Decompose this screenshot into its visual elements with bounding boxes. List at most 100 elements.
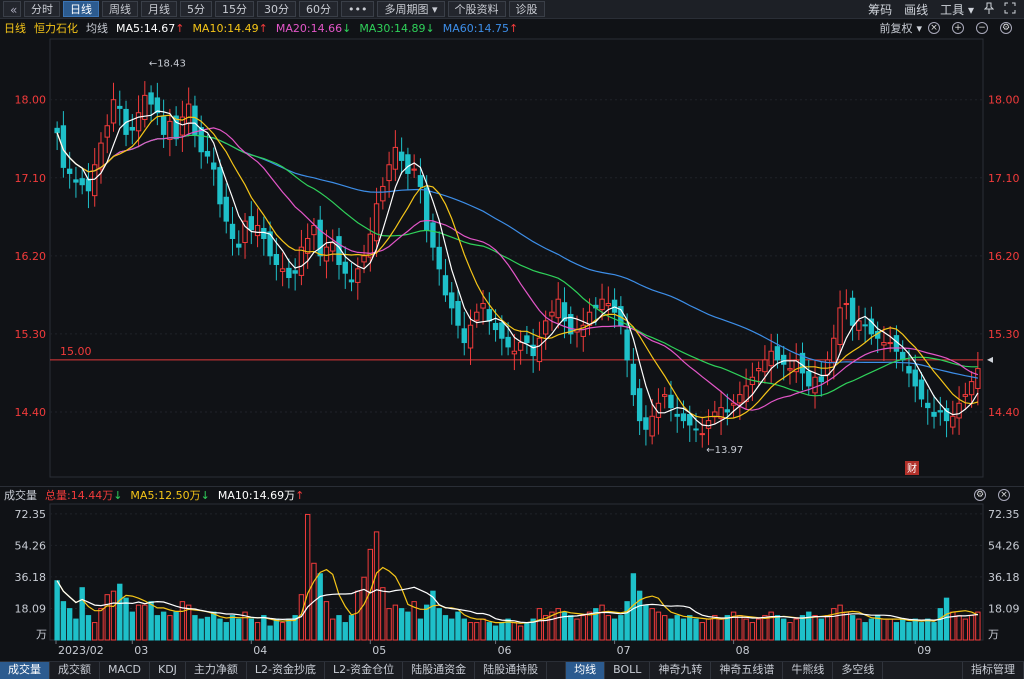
- candle-body: [342, 261, 348, 274]
- tab-1[interactable]: 日线: [63, 1, 99, 17]
- tab-7[interactable]: 60分: [299, 1, 338, 17]
- volume-bar: [60, 601, 67, 641]
- volume-bar: [806, 611, 812, 641]
- indicator-tab-2[interactable]: MACD: [100, 662, 150, 679]
- indicator-tab-0[interactable]: 成交量: [0, 662, 50, 679]
- volume-bar: [787, 622, 793, 641]
- candle-body: [236, 243, 242, 248]
- volume-ma10: MA10:14.69万↑: [217, 489, 305, 502]
- tab-10[interactable]: 个股资料: [447, 1, 506, 17]
- expand-icon[interactable]: [1004, 2, 1016, 17]
- volume-bar: [705, 618, 712, 641]
- ma-header-right: 前复权 ▾ × + − ⚙: [879, 20, 1020, 36]
- indicator-tab-3[interactable]: KDJ: [150, 662, 186, 679]
- tab-6[interactable]: 30分: [257, 1, 296, 17]
- volume-bar: [649, 608, 655, 641]
- volume-bar: [361, 576, 367, 641]
- volume-bar: [204, 616, 211, 641]
- candle-body: [85, 178, 92, 192]
- zoom-out-icon[interactable]: −: [976, 22, 988, 34]
- tab-9[interactable]: 多周期图 ▾: [377, 1, 445, 17]
- draw-line-button[interactable]: 画线: [904, 1, 928, 18]
- tab-5[interactable]: 15分: [215, 1, 254, 17]
- candle-body: [73, 179, 79, 183]
- indicator-tab-11[interactable]: 神奇九转: [650, 662, 712, 679]
- volume-bar: [536, 608, 543, 641]
- settings-icon[interactable]: ⚙: [1000, 22, 1012, 34]
- candle-body: [455, 301, 461, 326]
- volume-bar: [373, 531, 380, 641]
- indicator-tab-10[interactable]: BOLL: [605, 662, 651, 679]
- volume-chart[interactable]: 72.35 72.35 54.26 54.26 36.18 36.18 18.09 18.09…: [0, 502, 1024, 661]
- volume-bar: [474, 622, 480, 641]
- volume-bar: [517, 625, 524, 641]
- volume-bar: [173, 611, 179, 641]
- adjust-dropdown-icon[interactable]: ▾: [916, 22, 922, 35]
- volume-bar: [154, 615, 161, 641]
- candle-body: [737, 394, 743, 404]
- candle-body: [380, 185, 386, 202]
- volume-settings-icon[interactable]: ⚙: [974, 489, 986, 501]
- indicator-tab-4[interactable]: 主力净额: [186, 662, 247, 679]
- volume-bar: [286, 618, 292, 641]
- volume-bar: [98, 608, 104, 641]
- candle-body: [292, 270, 298, 274]
- candle-body: [906, 366, 912, 374]
- volume-bar: [355, 590, 361, 641]
- close-icon[interactable]: ×: [928, 22, 940, 34]
- tab-11[interactable]: 诊股: [508, 1, 545, 17]
- candle-body: [624, 329, 630, 361]
- candle-body: [536, 337, 543, 363]
- price-tick-right: 15.30: [988, 328, 1020, 341]
- tab-2[interactable]: 周线: [102, 1, 138, 17]
- indicator-tab-14[interactable]: 多空线: [833, 662, 884, 679]
- volume-bar: [699, 622, 705, 641]
- candle-body: [636, 388, 643, 422]
- indicator-tab-8[interactable]: 陆股通持股: [475, 662, 548, 679]
- volume-bar: [975, 611, 981, 641]
- volume-bar: [386, 608, 392, 641]
- volume-tick-right: 72.35: [988, 508, 1020, 521]
- volume-tick-left: 54.26: [15, 539, 47, 552]
- tools-button[interactable]: 工具 ▾: [940, 1, 974, 18]
- indicator-tab-7[interactable]: 陆股通资金: [403, 662, 476, 679]
- volume-bar: [486, 622, 493, 641]
- volume-bar: [574, 618, 580, 641]
- candle-body: [348, 279, 355, 283]
- tab-8[interactable]: •••: [341, 1, 375, 17]
- x-axis-label: 07: [617, 644, 631, 657]
- adjust-label[interactable]: 前复权: [879, 20, 912, 36]
- pin-icon[interactable]: [983, 2, 995, 17]
- chips-button[interactable]: 筹码: [868, 1, 892, 18]
- candle-body: [298, 246, 305, 276]
- volume-bar: [749, 622, 756, 641]
- tab-4[interactable]: 5分: [180, 1, 212, 17]
- volume-bar: [837, 604, 843, 641]
- stock-name[interactable]: 恒力石化: [34, 20, 78, 36]
- candlestick-chart[interactable]: 18.00 18.00 17.10 17.10 16.20 16.20 15.30 15.30…: [0, 37, 1024, 486]
- candle-body: [467, 324, 474, 349]
- candle-body: [135, 112, 142, 132]
- ma5-line: [56, 110, 979, 427]
- volume-close-icon[interactable]: ×: [998, 489, 1010, 501]
- candle-body: [680, 413, 687, 422]
- volume-bar: [342, 622, 348, 641]
- indicator-tab-6[interactable]: L2-资金仓位: [325, 662, 404, 679]
- indicator-tab-9[interactable]: 均线: [565, 662, 606, 679]
- back-icon[interactable]: «: [3, 1, 21, 17]
- candle-body: [549, 311, 555, 317]
- indicator-tab-13[interactable]: 牛熊线: [783, 662, 834, 679]
- x-axis-label: 2023/02: [58, 644, 104, 657]
- candle-body: [674, 413, 680, 417]
- tab-0[interactable]: 分时: [24, 1, 60, 17]
- candle-body: [611, 299, 618, 313]
- indicator-manage-button[interactable]: 指标管理: [962, 662, 1024, 679]
- tab-3[interactable]: 月线: [141, 1, 177, 17]
- candle-body: [843, 303, 850, 306]
- indicator-tab-12[interactable]: 神奇五线谱: [711, 662, 784, 679]
- volume-bar: [492, 625, 499, 641]
- indicator-tab-1[interactable]: 成交额: [50, 662, 100, 679]
- volume-bar: [211, 611, 217, 641]
- indicator-tab-5[interactable]: L2-资金抄底: [247, 662, 326, 679]
- zoom-in-icon[interactable]: +: [952, 22, 964, 34]
